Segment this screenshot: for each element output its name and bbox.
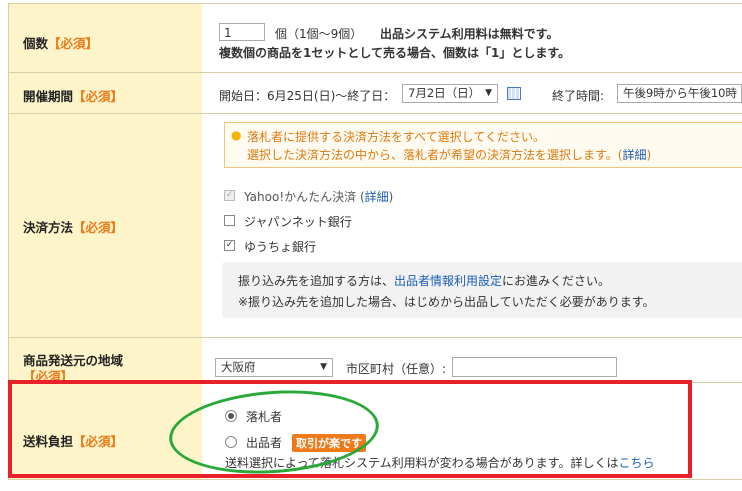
row-content: 1 個（1個〜9個） 出品システム利用料は無料です。 複数個の商品を1セットとし… bbox=[202, 4, 742, 72]
seller-settings-link[interactable]: 出品者情報利用設定 bbox=[394, 274, 502, 288]
row-label: 決済方法【必須】 bbox=[8, 114, 203, 337]
city-input[interactable] bbox=[452, 357, 617, 377]
set-note: 複数個の商品を1セットとして売る場合、個数は「1」とします。 bbox=[219, 46, 571, 60]
label-text: 開催期間 bbox=[23, 89, 74, 104]
info-line1: 振り込み先を追加する方は、出品者情報利用設定にお進みください。 bbox=[238, 274, 611, 288]
end-date-select[interactable]: 7月2日（日） ▼ bbox=[402, 84, 498, 103]
end-date-value: 7月2日（日） bbox=[408, 86, 481, 100]
notice-line1: 落札者に提供する決済方法をすべて選択してください。 bbox=[247, 130, 545, 144]
city-label: 市区町村（任意）: bbox=[346, 362, 447, 376]
checkbox-yucho[interactable]: ✓ bbox=[224, 240, 235, 251]
payment-notice: ● 落札者に提供する決済方法をすべて選択してください。 選択した決済方法の中から… bbox=[224, 122, 742, 168]
yahoo-detail-link[interactable]: 詳細 bbox=[365, 190, 389, 204]
row-origin: 商品発送元の地域 【必須】 大阪府 ▼ 市区町村（任意）: bbox=[8, 338, 742, 384]
row-quantity: 個数【必須】 1 個（1個〜9個） 出品システム利用料は無料です。 複数個の商品… bbox=[8, 4, 742, 73]
row-period: 開催期間【必須】 開始日：6月25日(日)〜終了日： 7月2日（日） ▼ 終了時… bbox=[8, 73, 742, 114]
label-text: 決済方法 bbox=[23, 220, 74, 235]
checkbox-japannet[interactable] bbox=[224, 215, 235, 226]
required-badge: 【必須】 bbox=[73, 220, 124, 235]
transfer-info-box: 振り込み先を追加する方は、出品者情報利用設定にお進みください。 ※振り込み先を追… bbox=[222, 262, 742, 318]
fee-note: 出品システム利用料は無料です。 bbox=[380, 27, 559, 41]
row-payment: 決済方法【必須】 ● 落札者に提供する決済方法をすべて選択してください。 選択し… bbox=[8, 114, 742, 338]
quantity-unit: 個（1個〜9個） bbox=[275, 27, 363, 41]
lightbulb-icon: ● bbox=[231, 128, 242, 142]
notice-line2: 選択した決済方法の中から、落札者が希望の決済方法を選択します。(詳細) bbox=[247, 148, 652, 162]
quantity-input[interactable]: 1 bbox=[219, 23, 265, 41]
prefecture-value: 大阪府 bbox=[221, 360, 256, 374]
end-time-select[interactable]: 午後9時から午後10時 bbox=[617, 84, 742, 103]
row-label: 商品発送元の地域 【必須】 bbox=[8, 338, 203, 384]
option-yahoo: Yahoo!かんたん決済 (詳細) bbox=[244, 190, 394, 204]
required-badge: 【必須】 bbox=[73, 89, 124, 104]
row-content: 開始日：6月25日(日)〜終了日： 7月2日（日） ▼ 終了時間: 午後9時から… bbox=[202, 73, 742, 113]
row-content: ● 落札者に提供する決済方法をすべて選択してください。 選択した決済方法の中から… bbox=[202, 114, 742, 337]
calendar-icon[interactable] bbox=[507, 87, 521, 100]
listing-form: 個数【必須】 1 個（1個〜9個） 出品システム利用料は無料です。 複数個の商品… bbox=[0, 0, 742, 491]
row-label: 開催期間【必須】 bbox=[8, 73, 203, 113]
prefecture-select[interactable]: 大阪府 ▼ bbox=[215, 358, 333, 377]
info-line2: ※振り込み先を追加した場合、はじめから出品していただく必要があります。 bbox=[238, 295, 655, 309]
option-japannet: ジャパンネット銀行 bbox=[244, 215, 352, 229]
checkbox-yahoo: ✓ bbox=[224, 190, 235, 201]
label-text: 個数 bbox=[23, 36, 49, 51]
notice-detail-link[interactable]: 詳細 bbox=[623, 148, 647, 162]
end-time-value: 午後9時から午後10時 bbox=[623, 86, 737, 100]
chevron-down-icon: ▼ bbox=[485, 88, 492, 98]
end-time-label: 終了時間: bbox=[552, 89, 605, 103]
row-label: 個数【必須】 bbox=[8, 4, 203, 72]
start-date-text: 開始日：6月25日(日)〜終了日： bbox=[219, 89, 396, 103]
form-table: 個数【必須】 1 個（1個〜9個） 出品システム利用料は無料です。 複数個の商品… bbox=[8, 3, 742, 480]
option-yucho: ゆうちょ銀行 bbox=[244, 240, 317, 254]
required-badge: 【必須】 bbox=[48, 36, 99, 51]
chevron-down-icon: ▼ bbox=[320, 362, 327, 372]
row-content: 大阪府 ▼ 市区町村（任意）: bbox=[202, 338, 742, 382]
